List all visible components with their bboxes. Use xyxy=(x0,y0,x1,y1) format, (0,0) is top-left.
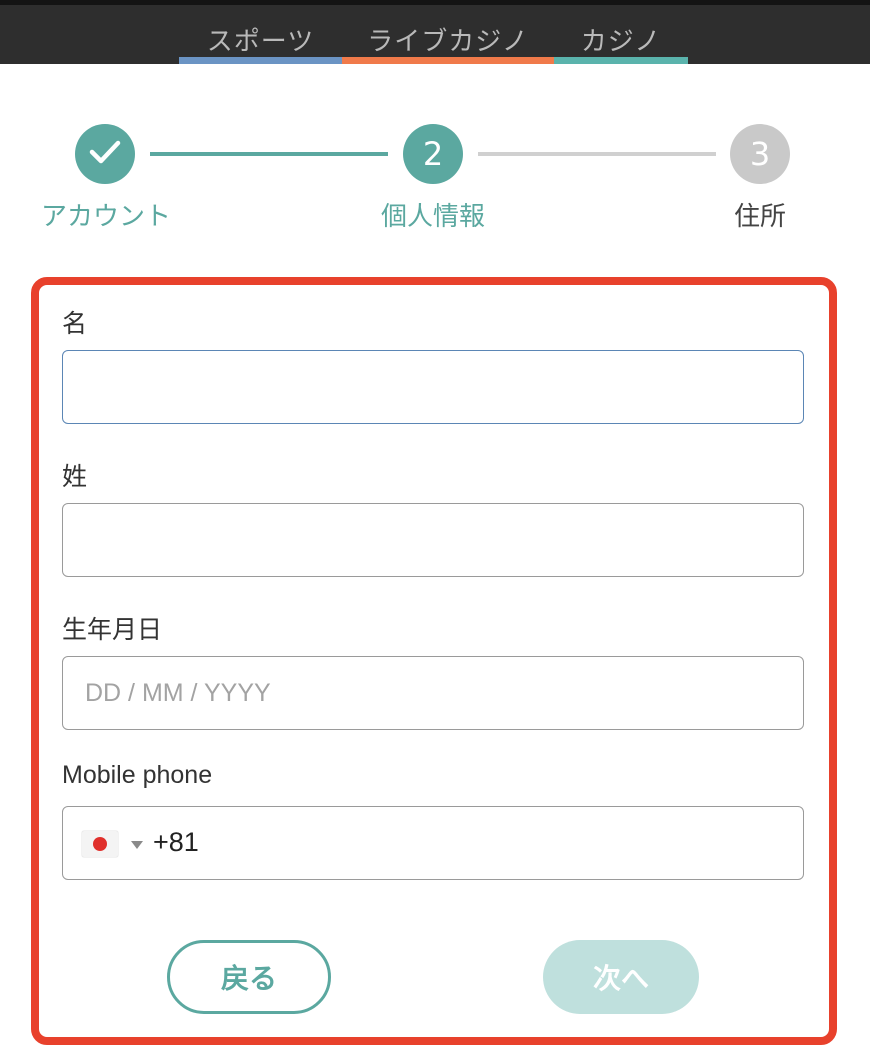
step-3-number: 3 xyxy=(749,135,771,173)
step-2-active: 2 xyxy=(403,124,463,184)
back-button[interactable]: 戻る xyxy=(167,940,331,1014)
tab-live-casino[interactable]: ライブカジノ xyxy=(342,5,554,64)
tab-casino[interactable]: カジノ xyxy=(554,5,688,64)
tab-live-casino-underline xyxy=(342,57,554,64)
last-name-input[interactable] xyxy=(62,503,804,577)
mobile-phone-input[interactable]: +81 xyxy=(62,806,804,880)
step-2-label: 個人情報 xyxy=(381,202,486,232)
tab-casino-underline xyxy=(554,57,688,64)
country-dropdown-caret-icon[interactable] xyxy=(131,841,143,849)
step-1-label: アカウント xyxy=(41,202,172,232)
category-bar: スポーツ ライブカジノ カジノ xyxy=(0,0,870,64)
birthdate-input[interactable] xyxy=(62,656,804,730)
tab-live-casino-label: ライブカジノ xyxy=(367,27,529,57)
back-button-label: 戻る xyxy=(220,962,277,995)
step-3-label: 住所 xyxy=(734,202,787,232)
birthdate-label: 生年月日 xyxy=(62,615,163,644)
tab-sports[interactable]: スポーツ xyxy=(179,5,342,64)
japan-flag-icon[interactable] xyxy=(82,831,118,857)
tab-sports-label: スポーツ xyxy=(206,27,315,57)
mobile-phone-label: Mobile phone xyxy=(62,761,213,789)
first-name-label: 名 xyxy=(62,309,88,338)
tab-sports-underline xyxy=(179,57,342,64)
next-button-label: 次へ xyxy=(592,962,649,995)
step-3-inactive: 3 xyxy=(730,124,790,184)
checkmark-icon xyxy=(89,135,121,173)
step-2-number: 2 xyxy=(422,135,444,173)
last-name-label: 姓 xyxy=(62,462,88,491)
step-connector-2 xyxy=(478,152,716,156)
first-name-input[interactable] xyxy=(62,350,804,424)
next-button[interactable]: 次へ xyxy=(543,940,699,1014)
japan-flag-sun xyxy=(93,837,107,851)
tab-casino-label: カジノ xyxy=(580,27,662,57)
step-connector-1 xyxy=(150,152,388,156)
country-code: +81 xyxy=(153,827,199,857)
step-1-completed xyxy=(75,124,135,184)
